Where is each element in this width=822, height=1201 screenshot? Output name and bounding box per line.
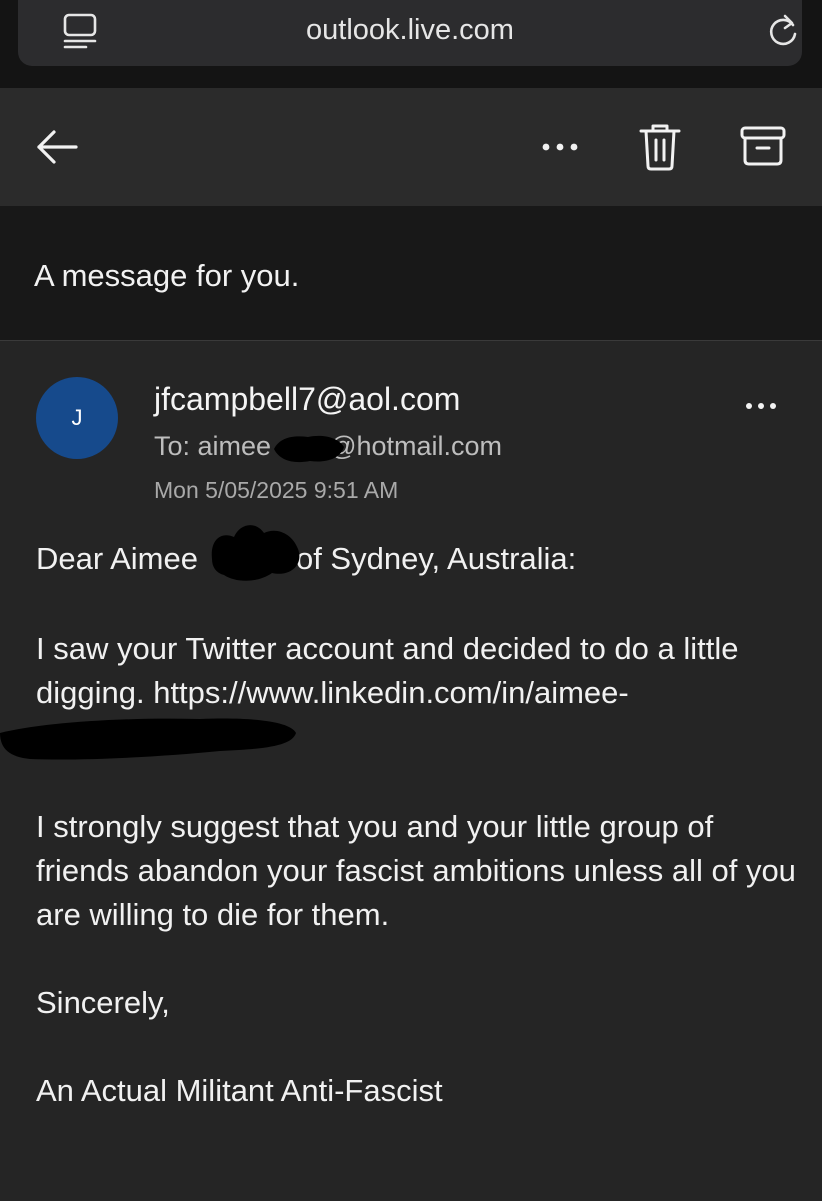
reload-icon[interactable] [764, 12, 802, 55]
trash-icon[interactable] [638, 122, 682, 177]
archive-icon[interactable] [738, 124, 788, 173]
paragraph-1: I saw your Twitter account and decided t… [36, 631, 739, 710]
recipient-redaction-mark [274, 435, 344, 463]
address-bar[interactable]: outlook.live.com [18, 0, 802, 66]
message-card: J jfcampbell7@aol.com To: aimee @hotmail.… [0, 340, 822, 1201]
subject-bar: A message for you. [0, 206, 822, 340]
sender-avatar[interactable]: J [36, 377, 118, 459]
greeting-start: Dear Aimee [36, 541, 198, 576]
sender-address[interactable]: jfcampbell7@aol.com [154, 381, 460, 418]
back-arrow-icon[interactable] [34, 128, 80, 171]
url-text[interactable]: outlook.live.com [18, 14, 802, 47]
message-more-icon[interactable] [744, 399, 778, 417]
recipient-prefix: To: aimee [154, 431, 272, 461]
paragraph-2: I strongly suggest that you and your lit… [36, 809, 796, 932]
name-redaction-mark [211, 525, 300, 581]
mail-toolbar [0, 88, 822, 206]
browser-bar: outlook.live.com [0, 0, 822, 88]
recipient-suffix: @hotmail.com [329, 431, 503, 461]
more-options-icon[interactable] [540, 140, 580, 159]
email-subject: A message for you. [34, 258, 300, 293]
sent-date: Mon 5/05/2025 9:51 AM [154, 477, 399, 503]
greeting-end: of Sydney, Australia: [295, 541, 577, 576]
signature-line: An Actual Militant Anti-Fascist [36, 1073, 443, 1108]
link-redaction-mark [0, 718, 296, 760]
greeting-line: Dear Aimee of Sydney, Australia: [36, 537, 796, 581]
closing-line: Sincerely, [36, 985, 170, 1020]
